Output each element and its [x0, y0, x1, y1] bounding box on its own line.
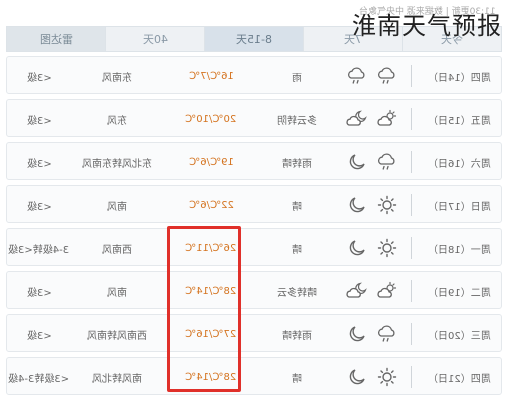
forecast-row: 周一（18日）晴 26℃/11℃ 西南风 3-4级转<3级 — [6, 228, 502, 266]
forecast-wind-level: <3级 — [26, 201, 52, 213]
forecast-wind-direction: 南风 — [107, 201, 127, 213]
forecast-day: 周三（20日） — [427, 330, 491, 342]
forecast-wind-level: <3级 — [26, 330, 52, 342]
forecast-weather: 晴 — [292, 244, 302, 256]
forecast-day: 周四（14日） — [427, 72, 491, 84]
forecast-row: 周二（19日） 晴转多云 28℃/14℃ 南风 <3级 — [6, 271, 502, 309]
forecast-row: 周三（20日） 雨转晴 27℃/16℃ 西南风转南风 <3级 — [6, 314, 502, 352]
cloud-rain-icon — [375, 143, 399, 181]
forecast-list: 周四（14日）雨 16℃/7℃ 东南风 <3级 周五（15日） 多云转阴 20℃/10℃ 东风… — [6, 56, 502, 400]
moon-icon — [345, 143, 369, 181]
cloud-rain-icon — [375, 315, 399, 353]
forecast-wind-direction: 南风转北风 — [92, 373, 142, 385]
divider — [411, 194, 412, 216]
cloud-moon-icon — [345, 272, 369, 310]
forecast-temperature: 19℃/6℃ — [188, 156, 234, 168]
sun-icon — [375, 186, 399, 224]
forecast-temperature: 22℃/6℃ — [188, 199, 234, 211]
moon-icon — [345, 315, 369, 353]
divider — [411, 108, 412, 130]
moon-icon — [345, 229, 369, 267]
forecast-row: 周四（14日） 雨 16℃/7℃ 东南风 <3级 — [6, 56, 502, 94]
forecast-weather: 雨 — [292, 72, 302, 84]
forecast-weather: 雨转晴 — [282, 330, 312, 342]
forecast-wind-direction: 西南风转南风 — [87, 330, 147, 342]
cloud-moon-icon — [345, 100, 369, 138]
forecast-day: 周六（16日） — [427, 158, 491, 170]
forecast-wind-level: <3级 — [26, 158, 52, 170]
forecast-day: 周四（21日） — [427, 373, 491, 385]
divider — [411, 65, 412, 87]
divider — [411, 323, 412, 345]
forecast-day: 周日（17日） — [427, 201, 491, 213]
forecast-day: 周五（15日） — [427, 115, 491, 127]
divider — [411, 280, 412, 302]
divider — [411, 237, 412, 259]
tab-radar[interactable]: 雷达图 — [7, 27, 106, 51]
forecast-wind-direction: 南风 — [107, 287, 127, 299]
forecast-row: 周五（15日） 多云转阴 20℃/10℃ 东风 <3级 — [6, 99, 502, 137]
tab-8-15-days[interactable]: 8-15天 — [205, 27, 304, 51]
partly-cloudy-icon — [375, 100, 399, 138]
cloud-rain-icon — [345, 57, 369, 95]
forecast-wind-level: <3级 — [26, 115, 52, 127]
forecast-wind-level: <3级 — [26, 72, 52, 84]
cloud-rain-icon — [375, 57, 399, 95]
weather-forecast-panel: 11:30更新 | 数据来源 中央气象台 雷达图 40天 8-15天 7天 今天… — [0, 0, 508, 400]
forecast-weather: 晴转多云 — [277, 287, 317, 299]
forecast-weather: 晴 — [292, 201, 302, 213]
moon-icon — [345, 358, 369, 396]
forecast-row: 周六（16日） 雨转晴 19℃/6℃ 东北风转东南风 <3级 — [6, 142, 502, 180]
forecast-row: 周四（21日）晴 28℃/14℃ 南风转北风 <3级转3-4级 — [6, 357, 502, 395]
forecast-wind-level: <3级转3-4级 — [8, 373, 70, 385]
tab-40-days[interactable]: 40天 — [106, 27, 205, 51]
forecast-row: 周日（17日） 晴 22℃/6℃ 南风 <3级 — [6, 185, 502, 223]
forecast-weather: 晴 — [292, 373, 302, 385]
page-title: 淮南天气预报 — [352, 12, 502, 40]
forecast-wind-level: 3-4级转<3级 — [8, 244, 70, 256]
forecast-day: 周二（19日） — [427, 287, 491, 299]
forecast-wind-direction: 东风 — [107, 115, 127, 127]
forecast-day: 周一（18日） — [427, 244, 491, 256]
forecast-weather: 多云转阴 — [277, 115, 317, 127]
forecast-temperature: 16℃/7℃ — [188, 70, 234, 82]
forecast-wind-direction: 西南风 — [102, 244, 132, 256]
forecast-weather: 雨转晴 — [282, 158, 312, 170]
temperature-highlight-box — [167, 226, 241, 392]
divider — [411, 366, 412, 388]
forecast-wind-direction: 东北风转东南风 — [82, 158, 152, 170]
divider — [411, 151, 412, 173]
forecast-temperature: 20℃/10℃ — [185, 113, 237, 125]
partly-cloudy-icon — [375, 272, 399, 310]
forecast-wind-level: <3级 — [26, 287, 52, 299]
moon-icon — [345, 186, 369, 224]
sun-icon — [375, 229, 399, 267]
sun-icon — [375, 358, 399, 396]
forecast-wind-direction: 东南风 — [102, 72, 132, 84]
